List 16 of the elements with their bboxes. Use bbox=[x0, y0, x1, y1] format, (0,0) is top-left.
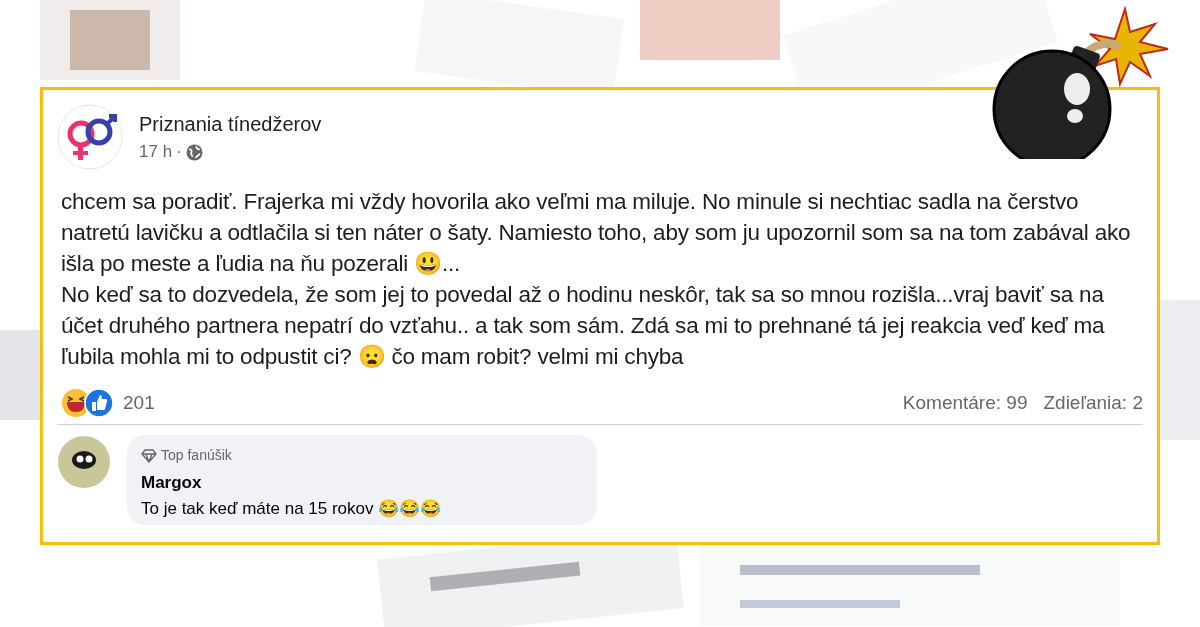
diamond-icon bbox=[141, 448, 157, 463]
globe-icon bbox=[185, 143, 203, 161]
share-count[interactable]: Zdieľania: 2 bbox=[1043, 388, 1143, 418]
reaction-count[interactable]: 201 bbox=[123, 388, 155, 418]
post-time[interactable]: 17 h bbox=[139, 139, 173, 165]
commenter-avatar bbox=[57, 435, 111, 489]
comment-author[interactable]: Margox bbox=[141, 470, 583, 496]
page-name[interactable]: Priznania tínedžerov bbox=[139, 109, 322, 140]
post-text: No keď sa to dozvedela, že som jej to povedal až o hodinu neskôr, tak sa so mnou rozišla...vraj baviť sa na účet druhého partnera nepatrí do vzťahu.. a tak som sám. Zdá sa mi to prehnané tá jej reakcia veď keď ma ľubila mohla mi to odpustit ci? 😦 čo mam robit? velmi mi chyba bbox=[61, 281, 1106, 371]
page-avatar bbox=[57, 104, 123, 170]
post-text: chcem sa poradiť. Frajerka mi vždy hovorila ako veľmi ma miluje. No minule si nechtiac sadla na čerstvo natretú lavičku a odtlačila si ten náter o šaty. Namiesto toho, aby som ju upozornil som sa na tom zabával ako išla po meste a ľudia na ňu pozerali 😃... bbox=[61, 188, 1132, 278]
separator: · bbox=[176, 141, 182, 164]
comment-text: To je tak keď máte na 15 rokov 😂😂😂 bbox=[141, 497, 443, 520]
comment-count[interactable]: Komentáre: 99 bbox=[902, 388, 1028, 418]
reaction-icons bbox=[61, 388, 115, 418]
top-fan-label: Top fanúšik bbox=[161, 446, 232, 465]
